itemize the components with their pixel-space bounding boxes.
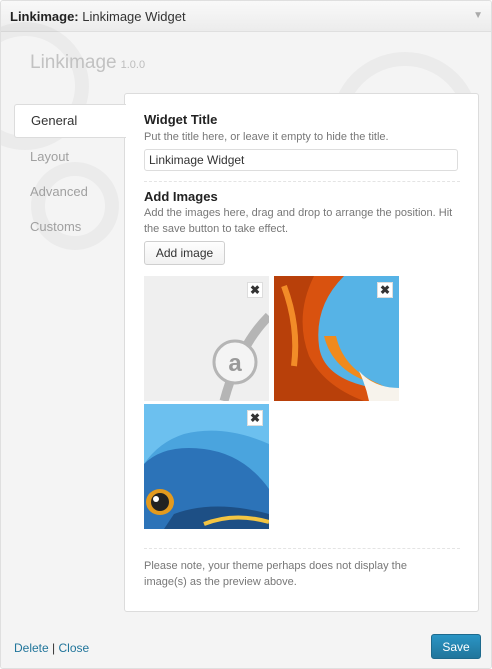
- toggle-arrow-icon[interactable]: ▼: [473, 10, 483, 21]
- tab-general[interactable]: General: [14, 104, 126, 138]
- widget-box: Linkimage: Linkimage Widget ▼ Linkimage 1…: [0, 0, 492, 669]
- link-separator: |: [52, 641, 56, 655]
- image-thumb[interactable]: ✖: [144, 404, 269, 529]
- divider: [144, 181, 460, 182]
- remove-image-icon[interactable]: ✖: [247, 410, 263, 426]
- plugin-name: Linkimage 1.0.0: [30, 52, 145, 74]
- plugin-name-text: Linkimage: [30, 52, 117, 73]
- divider: [144, 548, 460, 549]
- add-images-label: Add Images: [144, 189, 218, 204]
- delete-link[interactable]: Delete: [14, 641, 49, 655]
- save-button[interactable]: Save: [431, 634, 481, 659]
- widget-title-label: Widget Title: [144, 112, 218, 127]
- svg-text:a: a: [228, 350, 242, 377]
- image-thumb[interactable]: a ✖: [144, 276, 269, 401]
- add-image-button[interactable]: Add image: [144, 241, 225, 265]
- general-panel: Widget Title Put the title here, or leav…: [124, 93, 479, 612]
- widget-title: Linkimage: Linkimage Widget: [10, 9, 186, 24]
- image-thumb[interactable]: ✖: [274, 276, 399, 401]
- widget-title-description: Put the title here, or leave it empty to…: [144, 131, 389, 143]
- close-link[interactable]: Close: [59, 641, 90, 655]
- tab-advanced[interactable]: Advanced: [14, 176, 126, 208]
- remove-image-icon[interactable]: ✖: [377, 282, 393, 298]
- preview-note: Please note, your theme perhaps does not…: [144, 560, 407, 588]
- plugin-version: 1.0.0: [120, 59, 146, 71]
- tab-layout[interactable]: Layout: [14, 141, 126, 173]
- tab-customs[interactable]: Customs: [14, 211, 126, 243]
- remove-image-icon[interactable]: ✖: [247, 282, 263, 298]
- footer-links: Delete | Close: [14, 641, 89, 655]
- widget-title-name: Linkimage Widget: [82, 9, 186, 24]
- add-images-description: Add the images here, drag and drop to ar…: [144, 207, 453, 235]
- widget-title-input[interactable]: [144, 149, 458, 171]
- widget-titlebar[interactable]: Linkimage: Linkimage Widget ▼: [1, 1, 491, 32]
- settings-tabs: General Layout Advanced Customs: [14, 104, 126, 246]
